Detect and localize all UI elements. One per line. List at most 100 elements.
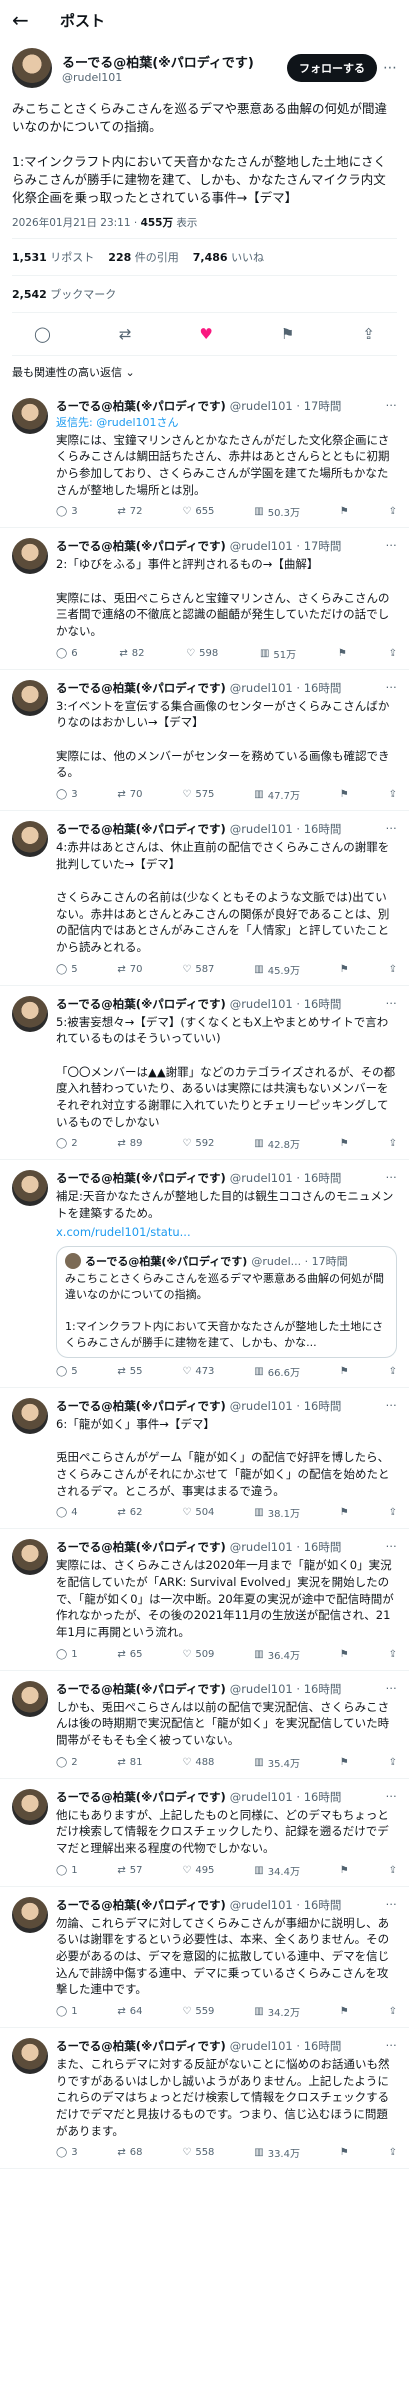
reply-item[interactable]: るーでる@柏葉(※パロディです) @rudel101 · 16時間 ⋯ 補足:天音かな… [0, 1160, 409, 1389]
like-button[interactable]: ♡ 488 [182, 1755, 214, 1770]
repost-button[interactable]: ⇄ 65 [117, 1647, 142, 1662]
bookmark-icon[interactable]: ⚑ [340, 2004, 349, 2019]
share-icon[interactable]: ⇪ [389, 504, 397, 519]
more-options-icon[interactable]: ⋯ [386, 1539, 398, 1555]
more-options-icon[interactable]: ⋯ [386, 821, 398, 837]
avatar[interactable] [12, 995, 48, 1032]
author-display-name[interactable]: るーでる@柏葉(※パロディです) [62, 52, 287, 71]
back-arrow-icon[interactable]: ← [12, 8, 44, 32]
more-options-icon[interactable]: ⋯ [386, 680, 398, 696]
author-username[interactable]: @rudel101 [62, 71, 287, 84]
like-button[interactable]: ♡ 509 [182, 1647, 214, 1662]
like-button[interactable]: ♡ 655 [182, 504, 214, 519]
reply-item[interactable]: るーでる@柏葉(※パロディです) @rudel101 · 16時間 ⋯ 6:「龍が如く… [0, 1388, 409, 1530]
reply-button[interactable]: ◯ 5 [56, 962, 78, 977]
repost-button[interactable]: ⇄ 70 [117, 787, 142, 802]
repost-button[interactable]: ⇄ 82 [119, 646, 144, 661]
reply-button[interactable]: ◯ 6 [56, 646, 78, 661]
reply-author-name[interactable]: るーでる@柏葉(※パロディです) [56, 398, 226, 414]
repost-button[interactable]: ⇄ 64 [117, 2004, 142, 2019]
reply-author-name[interactable]: るーでる@柏葉(※パロディです) [56, 2038, 226, 2054]
bookmark-icon[interactable]: ⚑ [340, 1364, 349, 1379]
like-button[interactable]: ♡ 504 [182, 1505, 214, 1520]
reply-button[interactable]: ◯ 2 [56, 1136, 78, 1151]
reply-author-name[interactable]: るーでる@柏葉(※パロディです) [56, 538, 226, 554]
share-icon[interactable]: ⇪ [389, 1755, 397, 1770]
bookmarks-stat[interactable]: 2,542 ブックマーク [12, 286, 116, 302]
reply-button[interactable]: ◯ 5 [56, 1364, 78, 1379]
reply-sort-dropdown[interactable]: 最も関連性の高い返信 ⌄ [0, 356, 409, 388]
post-timestamp[interactable]: 2026年01月21日 23:11 · [12, 217, 141, 229]
reply-author-name[interactable]: るーでる@柏葉(※パロディです) [56, 1398, 226, 1414]
share-icon[interactable]: ⇪ [389, 962, 397, 977]
views-button[interactable]: ▥ 45.9万 [254, 962, 300, 977]
reply-author-name[interactable]: るーでる@柏葉(※パロディです) [56, 680, 226, 696]
avatar[interactable] [12, 2038, 48, 2075]
share-icon[interactable]: ⇪ [389, 1647, 397, 1662]
more-options-icon[interactable]: ⋯ [386, 538, 398, 554]
reply-item[interactable]: るーでる@柏葉(※パロディです) @rudel101 · 16時間 ⋯ 他にもあります… [0, 1779, 409, 1887]
more-options-icon[interactable]: ⋯ [386, 2038, 398, 2054]
reply-button[interactable]: ◯ 2 [56, 1755, 78, 1770]
reply-icon[interactable]: ◯ [34, 325, 51, 343]
repost-button[interactable]: ⇄ 57 [117, 1863, 142, 1878]
avatar[interactable] [12, 48, 52, 88]
reply-author-name[interactable]: るーでる@柏葉(※パロディです) [56, 996, 226, 1012]
views-button[interactable]: ▥ 34.4万 [254, 1863, 300, 1878]
reply-item[interactable]: るーでる@柏葉(※パロディです) @rudel101 · 17時間 ⋯ 2:「ゆびをふ… [0, 528, 409, 670]
avatar[interactable] [12, 820, 48, 857]
like-button[interactable]: ♡ 575 [182, 787, 214, 802]
reply-item[interactable]: るーでる@柏葉(※パロディです) @rudel101 · 17時間 ⋯ 返信先: @r… [0, 388, 409, 529]
views-button[interactable]: ▥ 35.4万 [254, 1755, 300, 1770]
bookmark-icon[interactable]: ⚑ [340, 504, 349, 519]
more-options-icon[interactable]: ⋯ [377, 60, 397, 76]
repost-button[interactable]: ⇄ 68 [117, 2145, 142, 2160]
avatar[interactable] [12, 1680, 48, 1717]
reply-item[interactable]: るーでる@柏葉(※パロディです) @rudel101 · 16時間 ⋯ 5:被害妄想々… [0, 986, 409, 1161]
reply-item[interactable]: るーでる@柏葉(※パロディです) @rudel101 · 16時間 ⋯ 実際には、さく… [0, 1529, 409, 1671]
repost-button[interactable]: ⇄ 81 [117, 1755, 142, 1770]
share-icon[interactable]: ⇪ [389, 2145, 397, 2160]
views-button[interactable]: ▥ 38.1万 [254, 1505, 300, 1520]
reply-author-name[interactable]: るーでる@柏葉(※パロディです) [56, 1681, 226, 1697]
share-icon[interactable]: ⇪ [389, 1505, 397, 1520]
reply-author-name[interactable]: るーでる@柏葉(※パロディです) [56, 821, 226, 837]
repost-icon[interactable]: ⇄ [119, 325, 132, 343]
reply-to-user[interactable]: @rudel101さん [96, 416, 178, 429]
reply-button[interactable]: ◯ 3 [56, 2145, 78, 2160]
bookmark-icon[interactable]: ⚑ [340, 1136, 349, 1151]
views-button[interactable]: ▥ 50.3万 [254, 504, 300, 519]
bookmark-icon[interactable]: ⚑ [340, 962, 349, 977]
share-icon[interactable]: ⇪ [362, 325, 375, 343]
reply-item[interactable]: るーでる@柏葉(※パロディです) @rudel101 · 16時間 ⋯ 勿論、これらデ… [0, 1887, 409, 2029]
avatar[interactable] [12, 679, 48, 716]
reply-button[interactable]: ◯ 4 [56, 1505, 78, 1520]
avatar[interactable] [12, 1398, 48, 1435]
reply-button[interactable]: ◯ 1 [56, 1863, 78, 1878]
share-icon[interactable]: ⇪ [389, 1863, 397, 1878]
quoted-post[interactable]: るーでる@柏葉(※パロディです) @rudel... · 17時間 みこちことさくら… [56, 1246, 397, 1359]
like-button[interactable]: ♡ 598 [186, 646, 218, 661]
bookmark-icon[interactable]: ⚑ [281, 325, 294, 343]
more-options-icon[interactable]: ⋯ [386, 1681, 398, 1697]
views-button[interactable]: ▥ 42.8万 [254, 1136, 300, 1151]
reply-button[interactable]: ◯ 1 [56, 1647, 78, 1662]
like-button[interactable]: ♡ 495 [182, 1863, 214, 1878]
more-options-icon[interactable]: ⋯ [386, 1897, 398, 1913]
repost-button[interactable]: ⇄ 55 [117, 1364, 142, 1379]
reply-item[interactable]: るーでる@柏葉(※パロディです) @rudel101 · 16時間 ⋯ 4:赤井はあと… [0, 811, 409, 986]
share-icon[interactable]: ⇪ [389, 2004, 397, 2019]
bookmark-icon[interactable]: ⚑ [340, 2145, 349, 2160]
avatar[interactable] [12, 1170, 48, 1207]
avatar[interactable] [12, 538, 48, 575]
reply-button[interactable]: ◯ 3 [56, 787, 78, 802]
bookmark-icon[interactable]: ⚑ [340, 1647, 349, 1662]
repost-button[interactable]: ⇄ 89 [117, 1136, 142, 1151]
share-icon[interactable]: ⇪ [389, 1364, 397, 1379]
like-button[interactable]: ♡ 473 [182, 1364, 214, 1379]
reply-author-name[interactable]: るーでる@柏葉(※パロディです) [56, 1170, 226, 1186]
reply-button[interactable]: ◯ 1 [56, 2004, 78, 2019]
avatar[interactable] [12, 1539, 48, 1576]
views-button[interactable]: ▥ 36.4万 [254, 1647, 300, 1662]
views-button[interactable]: ▥ 33.4万 [254, 2145, 300, 2160]
